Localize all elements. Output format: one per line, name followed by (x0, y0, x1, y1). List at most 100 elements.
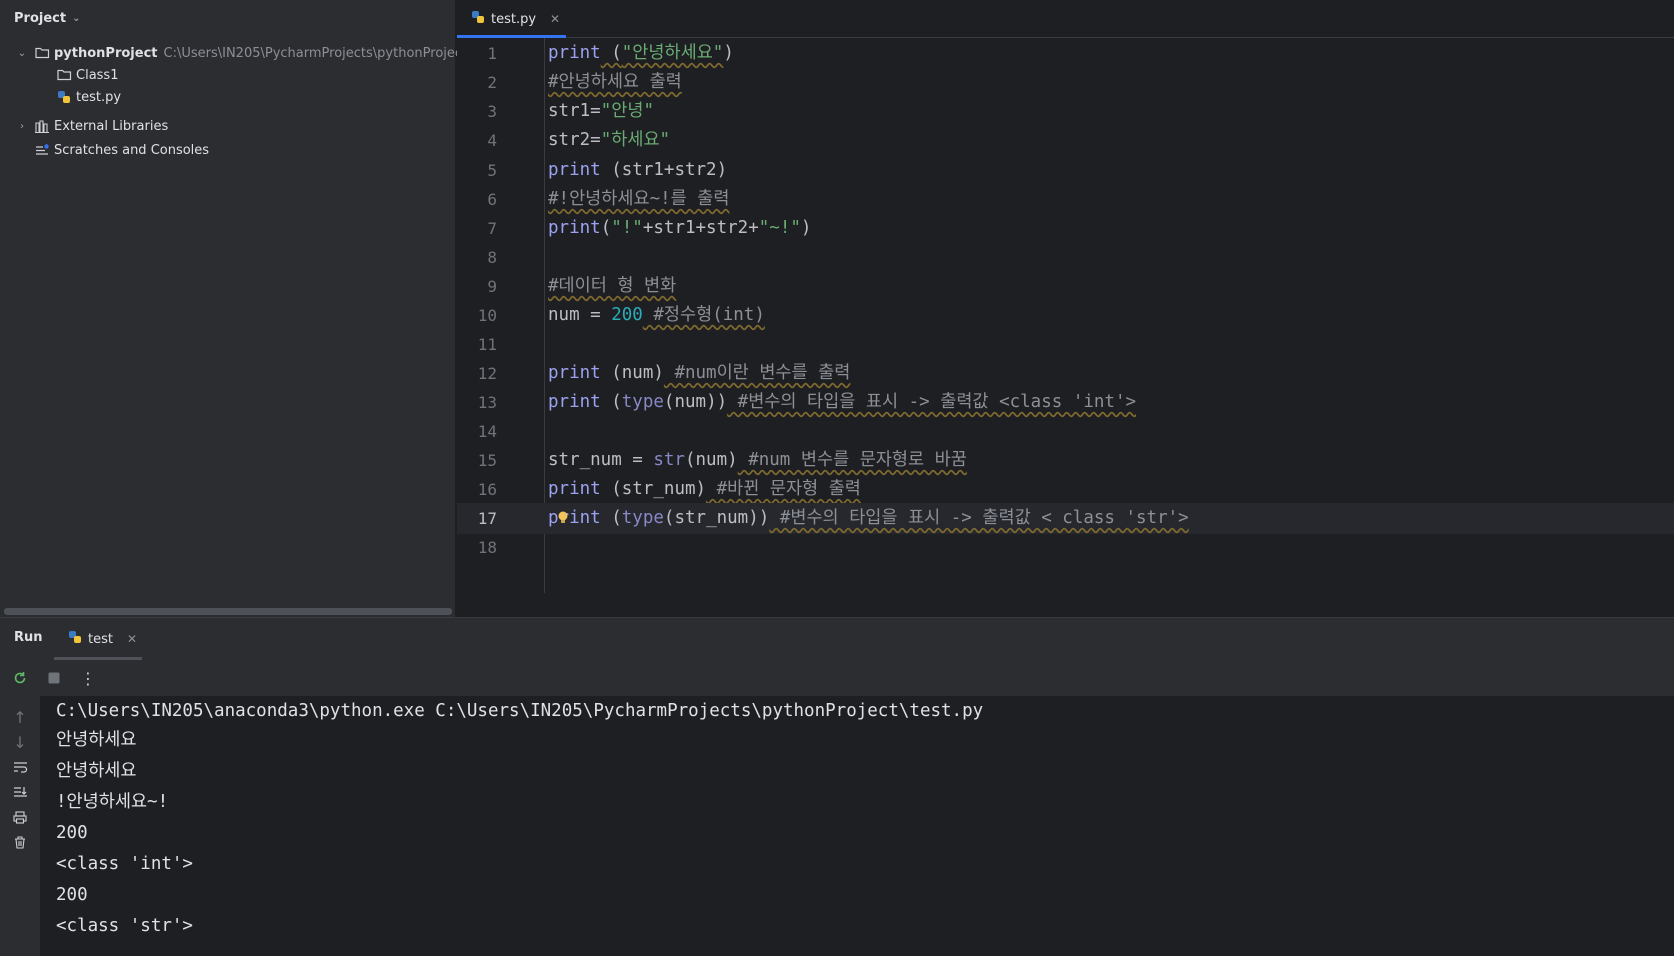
code-line[interactable]: 11 (457, 329, 1674, 360)
code-line[interactable]: 6 #!안녕하세요~!를 출력 (457, 184, 1674, 215)
line-number: 12 (477, 364, 497, 383)
code-comment: #num 변수를 문자형로 바꿈 (737, 450, 967, 470)
code-token: (str_num) (600, 479, 707, 499)
line-number: 6 (487, 190, 497, 209)
console-output[interactable]: C:\Users\IN205\anaconda3\python.exe C:\U… (56, 696, 1674, 956)
folder-icon (56, 68, 72, 82)
chevron-right-icon[interactable]: › (16, 121, 28, 132)
code-line[interactable]: 2 #안녕하세요 출력 (457, 67, 1674, 98)
code-line[interactable]: 15 str_num = str(num) #num 변수를 문자형로 바꿈 (457, 445, 1674, 476)
trash-icon[interactable] (8, 831, 32, 853)
tree-item-label: External Libraries (54, 118, 169, 134)
line-number: 14 (477, 422, 497, 441)
code-line[interactable]: 9 #데이터 형 변화 (457, 271, 1674, 302)
code-line[interactable]: 13 print (type(num)) #변수의 타입을 표시 -> 출력값 … (457, 387, 1674, 418)
code-token: ) (800, 218, 812, 238)
code-line[interactable]: 7 print("!"+str1+str2+"~!") (457, 213, 1674, 244)
code-comment: #정수형(int) (642, 305, 765, 325)
lightbulb-icon[interactable] (557, 510, 569, 524)
code-comment: #안녕하세요 출력 (548, 72, 682, 92)
code-comment: #바뀐 문자형 출력 (706, 479, 861, 499)
tree-item-test-py[interactable]: test.py (50, 86, 121, 108)
console-line: <class 'str'> (56, 916, 193, 936)
line-number: 5 (487, 161, 497, 180)
code-token: ( (600, 43, 622, 63)
tree-item-label: pythonProject (54, 45, 158, 61)
code-comment: #변수의 타입을 표시 -> 출력값 < class 'str'> (769, 508, 1189, 528)
code-line[interactable]: 1 print ("안녕하세요") (457, 38, 1674, 69)
run-tool-window: Run test ✕ ⋮ ↑ ↓ C:\Users\IN205\anaconda… (0, 617, 1674, 956)
code-token: str2 (548, 130, 591, 150)
rerun-icon[interactable] (8, 666, 32, 690)
code-editor[interactable]: 1 print ("안녕하세요") 2 #안녕하세요 출력 3 str1="안녕… (457, 38, 1674, 593)
arrow-up-icon[interactable]: ↑ (8, 706, 32, 728)
line-number: 10 (477, 306, 497, 325)
tree-item-scratches[interactable]: Scratches and Consoles (28, 139, 209, 161)
tab-label: test.py (491, 11, 537, 27)
code-token: str1 (548, 101, 591, 121)
code-line[interactable]: 16 print (str_num) #바뀐 문자형 출력 (457, 474, 1674, 505)
code-token: print (548, 363, 601, 383)
code-line[interactable]: 10 num = 200 #정수형(int) (457, 300, 1674, 331)
editor-tab-bar: test.py ✕ (457, 0, 1674, 38)
console-line: <class 'int'> (56, 854, 193, 874)
code-line-current[interactable]: 17 print (type(str_num)) #변수의 타입을 표시 -> … (457, 503, 1674, 534)
code-token: num = (548, 305, 612, 325)
project-view-selector[interactable]: Project ⌄ (14, 8, 80, 28)
close-icon[interactable]: ✕ (127, 632, 137, 646)
code-line[interactable]: 5 print (str1+str2) (457, 155, 1674, 186)
tree-item-external-libraries[interactable]: › External Libraries (16, 115, 168, 137)
line-number: 7 (487, 219, 497, 238)
code-line[interactable]: 4 str2="하세요" (457, 125, 1674, 156)
project-path-hint: C:\Users\IN205\PycharmProjects\pythonPro… (163, 45, 468, 61)
line-number: 13 (477, 393, 497, 412)
line-number: 4 (487, 131, 497, 150)
chevron-down-icon[interactable]: ⌄ (16, 48, 28, 59)
scroll-to-end-icon[interactable] (8, 781, 32, 803)
code-token: (str_num)) (663, 508, 770, 528)
code-token: "!" (611, 218, 643, 238)
console-line: !안녕하세요~! (56, 792, 169, 812)
console-line: 안녕하세요 (56, 730, 137, 750)
code-token: ( (600, 392, 622, 412)
code-token: "하세요" (600, 130, 671, 150)
soft-wrap-icon[interactable] (8, 756, 32, 778)
python-file-icon (68, 630, 82, 648)
code-comment: #!안녕하세요~!를 출력 (548, 189, 730, 209)
code-token: (num)) (663, 392, 728, 412)
code-line[interactable]: 3 str1="안녕" (457, 96, 1674, 127)
console-side-toolbar: ↑ ↓ (0, 696, 40, 956)
tree-item-class1[interactable]: Class1 (50, 64, 118, 86)
code-token: +str1+str2+ (642, 218, 759, 238)
horizontal-scrollbar[interactable] (4, 608, 452, 615)
console-line: 200 (56, 823, 88, 843)
code-token: = (590, 130, 601, 150)
run-tab-bar: Run test ✕ (0, 618, 1674, 660)
code-token: type (621, 392, 664, 412)
arrow-down-icon[interactable]: ↓ (8, 731, 32, 753)
code-line[interactable]: 14 (457, 416, 1674, 447)
stop-icon[interactable] (42, 666, 66, 690)
code-token: ) (723, 43, 734, 63)
code-token: 200 (611, 305, 643, 325)
code-line[interactable]: 18 (457, 532, 1674, 563)
line-number: 17 (477, 509, 497, 528)
tab-test-py[interactable]: test.py ✕ (457, 0, 566, 38)
tree-item-pythonproject[interactable]: ⌄ pythonProject C:\Users\IN205\PycharmPr… (16, 42, 467, 64)
line-number: 18 (477, 538, 497, 557)
scratches-icon (34, 143, 50, 157)
line-number: 11 (477, 335, 497, 354)
project-panel: Project ⌄ ⌄ pythonProject C:\Users\IN205… (0, 0, 467, 617)
code-line[interactable]: 12 print (num) #num이란 변수를 출력 (457, 358, 1674, 389)
project-title: Project (14, 10, 67, 26)
line-number: 3 (487, 102, 497, 121)
code-line[interactable]: 8 (457, 242, 1674, 273)
code-token: "안녕하세요" (621, 43, 724, 63)
print-icon[interactable] (8, 806, 32, 828)
tab-run-test[interactable]: test ✕ (54, 618, 142, 660)
tree-item-label: Class1 (76, 67, 119, 83)
python-file-icon (471, 10, 485, 28)
code-token: type (621, 508, 664, 528)
more-options-icon[interactable]: ⋮ (76, 666, 100, 690)
close-icon[interactable]: ✕ (550, 12, 560, 26)
